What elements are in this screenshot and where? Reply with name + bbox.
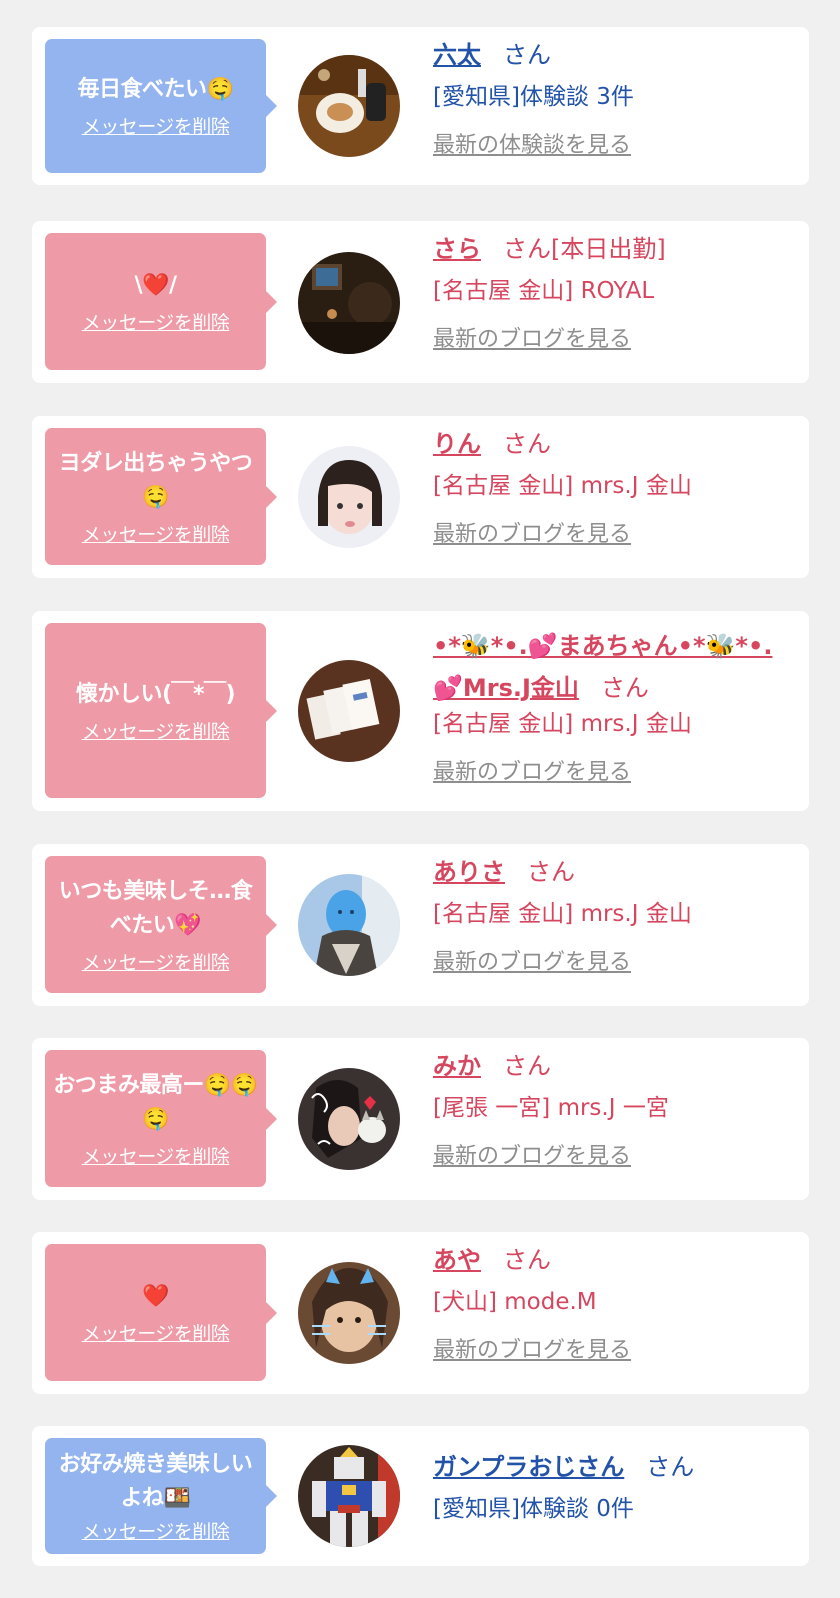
user-name-link[interactable]: さら — [433, 235, 481, 263]
list-item: おつまみ最高ー🤤🤤🤤 メッセージを削除 みか さん [尾張 一宮] mrs.J 一… — [32, 1038, 809, 1200]
delete-message-button[interactable]: メッセージを削除 — [82, 311, 230, 335]
message-bubble: ヨダレ出ちゃうやつ🤤 メッセージを削除 — [45, 428, 277, 565]
message-text: 懐かしい(￣*￣) — [75, 681, 236, 707]
message-bubble: ❤️ メッセージを削除 — [45, 1244, 277, 1381]
message-text: 毎日食べたい🤤 — [77, 77, 234, 102]
honorific: さん — [503, 41, 551, 69]
delete-message-button[interactable]: メッセージを削除 — [82, 523, 230, 547]
message-text: いつも美味しそ…食べたい💖 — [58, 878, 253, 938]
user-detail: [犬山] mode.M — [433, 1289, 597, 1315]
honorific: さん — [600, 674, 649, 702]
message-list: 毎日食べたい🤤 メッセージを削除 六太 さん [愛知県]体験談 3件 最新の体験談… — [0, 0, 840, 1598]
message-bubble: いつも美味しそ…食べたい💖 メッセージを削除 — [45, 856, 277, 993]
latest-blog-link[interactable]: 最新のブログを見る — [433, 326, 795, 354]
avatar[interactable] — [298, 874, 400, 976]
avatar[interactable] — [298, 1068, 400, 1170]
message-text: \❤️/ — [134, 272, 177, 298]
woman-with-cat-sticker-icon — [298, 1068, 400, 1170]
avatar[interactable] — [298, 1445, 400, 1547]
dark-room-photo-icon — [298, 252, 400, 354]
woman-portrait-masked-icon — [298, 874, 400, 976]
robot-model-photo-icon — [298, 1445, 400, 1547]
user-name-link[interactable]: あや — [433, 1246, 481, 1274]
message-text: お好み焼き美味しいよね🍱 — [58, 1452, 253, 1511]
message-text: ヨダレ出ちゃうやつ🤤 — [58, 450, 253, 510]
list-item: いつも美味しそ…食べたい💖 メッセージを削除 ありさ さん [名古屋 金山] mr… — [32, 844, 809, 1006]
message-bubble: \❤️/ メッセージを削除 — [45, 233, 277, 370]
honorific: さん[本日出勤] — [503, 235, 666, 263]
message-bubble: お好み焼き美味しいよね🍱 メッセージを削除 — [45, 1438, 277, 1554]
user-detail: [名古屋 金山] mrs.J 金山 — [433, 901, 692, 927]
message-bubble: おつまみ最高ー🤤🤤🤤 メッセージを削除 — [45, 1050, 277, 1187]
latest-blog-link[interactable]: 最新のブログを見る — [433, 1337, 795, 1365]
delete-message-button[interactable]: メッセージを削除 — [82, 1322, 230, 1346]
woman-portrait-icon — [298, 446, 400, 548]
user-name-link[interactable]: ありさ — [433, 858, 505, 886]
latest-blog-link[interactable]: 最新のブログを見る — [433, 759, 795, 787]
avatar[interactable] — [298, 1262, 400, 1364]
message-text: ❤️ — [142, 1283, 169, 1309]
list-item: ❤️ メッセージを削除 あや さん [犬山] mode.M 最新のブログを見る — [32, 1232, 809, 1394]
avatar[interactable] — [298, 252, 400, 354]
delete-message-button[interactable]: メッセージを削除 — [82, 720, 230, 744]
user-name-link[interactable]: ガンプラおじさん — [433, 1453, 624, 1481]
latest-blog-link[interactable]: 最新のブログを見る — [433, 1143, 795, 1171]
delete-message-button[interactable]: メッセージを削除 — [82, 1520, 230, 1544]
honorific: さん — [503, 430, 551, 458]
user-detail: [名古屋 金山] mrs.J 金山 — [433, 711, 692, 737]
delete-message-button[interactable]: メッセージを削除 — [82, 1145, 230, 1169]
latest-blog-link[interactable]: 最新のブログを見る — [433, 521, 795, 549]
list-item: \❤️/ メッセージを削除 さら さん[本日出勤] [名古屋 金山] ROYAL … — [32, 221, 809, 383]
food-plate-photo-icon — [298, 55, 400, 157]
message-bubble: 懐かしい(￣*￣) メッセージを削除 — [45, 623, 277, 798]
list-item: 懐かしい(￣*￣) メッセージを削除 •*🐝*•.💕まあちゃん•*🐝*•.💕Mr… — [32, 611, 809, 811]
list-item: お好み焼き美味しいよね🍱 メッセージを削除 ガンプラおじさん さん [愛知県]体… — [32, 1426, 809, 1566]
cards-photo-icon — [298, 660, 400, 762]
user-detail: [名古屋 金山] ROYAL — [433, 278, 655, 304]
message-text: おつまみ最高ー🤤🤤🤤 — [53, 1072, 258, 1132]
latest-review-link[interactable]: 最新の体験談を見る — [433, 132, 795, 160]
honorific: さん — [503, 1246, 551, 1274]
avatar[interactable] — [298, 55, 400, 157]
list-item: ヨダレ出ちゃうやつ🤤 メッセージを削除 りん さん [名古屋 金山] mrs.J … — [32, 416, 809, 578]
latest-blog-link[interactable]: 最新のブログを見る — [433, 949, 795, 977]
honorific: さん — [503, 1052, 551, 1080]
user-detail: [愛知県]体験談 0件 — [433, 1496, 634, 1522]
user-name-link[interactable]: 六太 — [433, 41, 481, 69]
user-name-link[interactable]: みか — [433, 1052, 481, 1080]
list-item: 毎日食べたい🤤 メッセージを削除 六太 さん [愛知県]体験談 3件 最新の体験談… — [32, 27, 809, 185]
message-bubble: 毎日食べたい🤤 メッセージを削除 — [45, 39, 277, 173]
user-name-link[interactable]: りん — [433, 430, 481, 458]
delete-message-button[interactable]: メッセージを削除 — [82, 115, 230, 139]
honorific: さん — [527, 858, 575, 886]
avatar[interactable] — [298, 660, 400, 762]
honorific: さん — [646, 1453, 695, 1481]
woman-with-cat-filter-icon — [298, 1262, 400, 1364]
user-detail: [愛知県]体験談 3件 — [433, 84, 634, 110]
avatar[interactable] — [298, 446, 400, 548]
user-detail: [尾張 一宮] mrs.J 一宮 — [433, 1095, 669, 1121]
user-detail: [名古屋 金山] mrs.J 金山 — [433, 473, 692, 499]
delete-message-button[interactable]: メッセージを削除 — [82, 951, 230, 975]
